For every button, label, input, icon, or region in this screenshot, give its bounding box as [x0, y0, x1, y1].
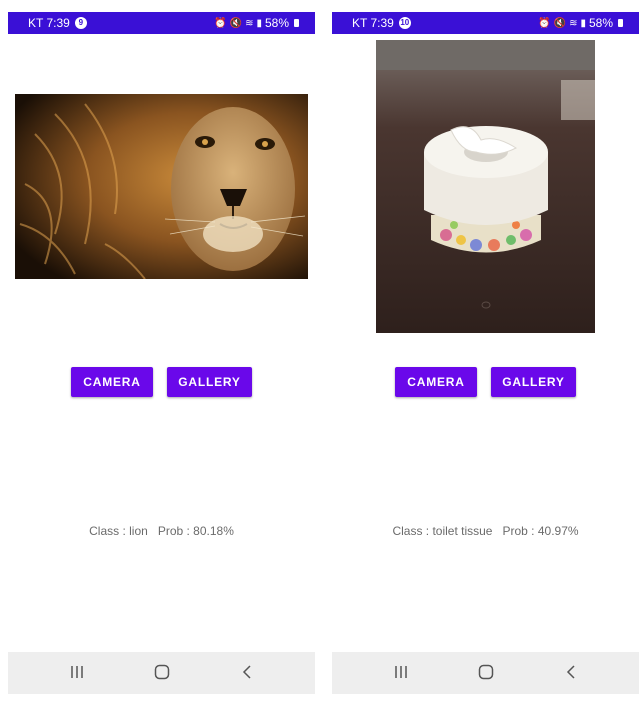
button-row: CAMERA GALLERY	[8, 367, 315, 397]
status-bar: KT 7:39 10 ⏰ 🔇 ≋ ▮ 58%	[332, 12, 639, 34]
result-text: Class : toilet tissue Prob : 40.97%	[332, 524, 639, 538]
phone-screen-lion: KT 7:39 9 ⏰ 🔇 ≋ ▮ 58% CAMERA GALLERY Cla…	[8, 12, 315, 694]
mute-icon: 🔇	[229, 17, 243, 29]
notification-badge: 10	[398, 17, 411, 29]
battery-percent: 58%	[264, 16, 289, 30]
class-label: Class : lion	[89, 524, 148, 538]
prob-label: Prob : 80.18%	[157, 524, 234, 538]
battery-icon	[294, 19, 299, 27]
alarm-icon: ⏰	[538, 17, 551, 29]
notification-badge: 9	[74, 17, 87, 29]
signal-icon: ▮	[580, 17, 586, 29]
recents-icon[interactable]	[70, 664, 84, 680]
lion-photo-svg	[15, 94, 308, 279]
battery-percent: 58%	[588, 16, 613, 30]
home-icon[interactable]	[478, 664, 494, 680]
navigation-bar	[332, 652, 639, 694]
back-icon[interactable]	[566, 664, 576, 680]
status-left: KT 7:39 10	[352, 16, 411, 30]
back-icon[interactable]	[242, 664, 252, 680]
wifi-icon: ≋	[569, 17, 578, 29]
image-view-tissue	[376, 40, 595, 333]
wifi-icon: ≋	[245, 17, 254, 29]
battery-icon	[618, 19, 623, 27]
gallery-button[interactable]: GALLERY	[491, 367, 576, 397]
home-icon[interactable]	[154, 664, 170, 680]
carrier-time: KT 7:39	[352, 16, 394, 30]
recents-icon[interactable]	[394, 664, 408, 680]
status-right: ⏰ 🔇 ≋ ▮ 58%	[538, 16, 623, 30]
navigation-bar	[8, 652, 315, 694]
prob-label: Prob : 40.97%	[502, 524, 579, 538]
phone-screen-tissue: KT 7:39 10 ⏰ 🔇 ≋ ▮ 58% CAMERA GALLERY Cl…	[332, 12, 639, 694]
tissue-photo-svg	[376, 40, 595, 333]
carrier-time: KT 7:39	[28, 16, 70, 30]
image-view-lion	[15, 94, 308, 279]
signal-icon: ▮	[256, 17, 262, 29]
mute-icon: 🔇	[553, 17, 567, 29]
button-row: CAMERA GALLERY	[332, 367, 639, 397]
camera-button[interactable]: CAMERA	[71, 367, 153, 397]
result-text: Class : lion Prob : 80.18%	[8, 524, 315, 538]
alarm-icon: ⏰	[214, 17, 227, 29]
camera-button[interactable]: CAMERA	[395, 367, 477, 397]
status-left: KT 7:39 9	[28, 16, 87, 30]
status-right: ⏰ 🔇 ≋ ▮ 58%	[214, 16, 299, 30]
class-label: Class : toilet tissue	[392, 524, 493, 538]
status-bar: KT 7:39 9 ⏰ 🔇 ≋ ▮ 58%	[8, 12, 315, 34]
gallery-button[interactable]: GALLERY	[167, 367, 252, 397]
